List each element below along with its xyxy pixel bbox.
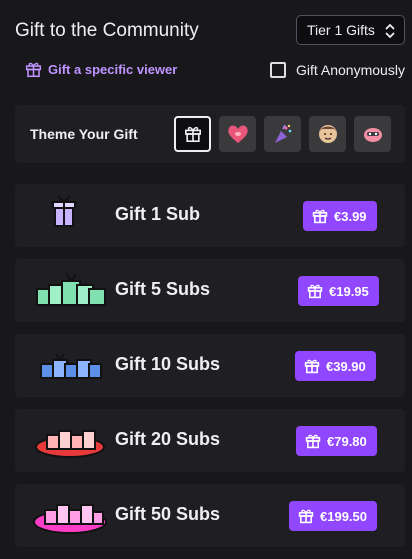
- gift-boxes-icon: [35, 430, 105, 458]
- gift-tier-card-50[interactable]: Gift 50 Subs €199.50: [15, 484, 405, 547]
- gift-boxes-icon: [40, 353, 102, 379]
- theme-selector: Theme Your Gift: [15, 105, 405, 163]
- tier-label: Gift 1 Sub: [115, 204, 200, 224]
- header: Gift to the Community Tier 1 Gifts: [15, 0, 405, 60]
- price-label: €199.50: [320, 508, 367, 524]
- buy-gift-button[interactable]: €199.50: [289, 501, 377, 531]
- price-label: €3.99: [334, 208, 367, 224]
- gift-tier-card-20[interactable]: Gift 20 Subs €79.80: [15, 409, 405, 472]
- buy-gift-button[interactable]: €3.99: [303, 201, 377, 231]
- tier-select-value: Tier 1 Gifts: [307, 22, 375, 38]
- gift-tier-card-5[interactable]: Gift 5 Subs €19.95: [15, 259, 405, 322]
- gift-icon: [25, 62, 42, 78]
- price-label: €19.95: [329, 283, 369, 299]
- party-popper-emote-icon: [274, 124, 291, 143]
- blob-emote-icon: [363, 128, 382, 142]
- tier-label: Gift 10 Subs: [115, 354, 221, 374]
- gift-anonymously-option[interactable]: Gift Anonymously: [270, 62, 405, 78]
- gift-tier-card-1[interactable]: Gift 1 Sub €3.99: [15, 184, 405, 247]
- gift-specific-viewer-label: Gift a specific viewer: [48, 62, 178, 77]
- gift-icon: [312, 209, 328, 224]
- heart-emote-icon: [227, 125, 248, 143]
- gift-tier-card-10[interactable]: Gift 10 Subs €39.90: [15, 334, 405, 397]
- buy-gift-button[interactable]: €79.80: [296, 426, 377, 456]
- theme-label: Theme Your Gift: [30, 126, 138, 142]
- gift-icon: [305, 434, 321, 449]
- theme-option-blob[interactable]: [354, 116, 391, 152]
- theme-option-face[interactable]: [309, 116, 346, 152]
- price-label: €79.80: [327, 433, 367, 449]
- anonymous-checkbox[interactable]: [270, 62, 286, 78]
- theme-option-party[interactable]: [264, 116, 301, 152]
- price-label: €39.90: [326, 358, 366, 374]
- buy-gift-button[interactable]: €39.90: [295, 351, 376, 381]
- gift-box-icon: [52, 195, 76, 227]
- face-emote-icon: [318, 125, 337, 143]
- gift-icon: [304, 359, 320, 374]
- page-title: Gift to the Community: [15, 20, 199, 41]
- gift-specific-viewer-link[interactable]: Gift a specific viewer: [25, 61, 177, 78]
- gift-icon: [184, 126, 201, 143]
- buy-gift-button[interactable]: €19.95: [298, 276, 379, 306]
- chevron-updown-icon: [385, 23, 395, 39]
- anonymous-label: Gift Anonymously: [296, 62, 405, 78]
- gift-boxes-icon: [33, 504, 107, 534]
- tier-label: Gift 50 Subs: [115, 504, 221, 524]
- gift-icon: [307, 284, 323, 299]
- tier-select[interactable]: Tier 1 Gifts: [296, 15, 405, 45]
- tier-label: Gift 5 Subs: [115, 279, 211, 299]
- gift-icon: [298, 509, 314, 524]
- gift-boxes-icon: [36, 273, 106, 306]
- theme-option-gift[interactable]: [174, 116, 211, 152]
- tier-label: Gift 20 Subs: [115, 429, 221, 449]
- theme-option-heart[interactable]: [219, 116, 256, 152]
